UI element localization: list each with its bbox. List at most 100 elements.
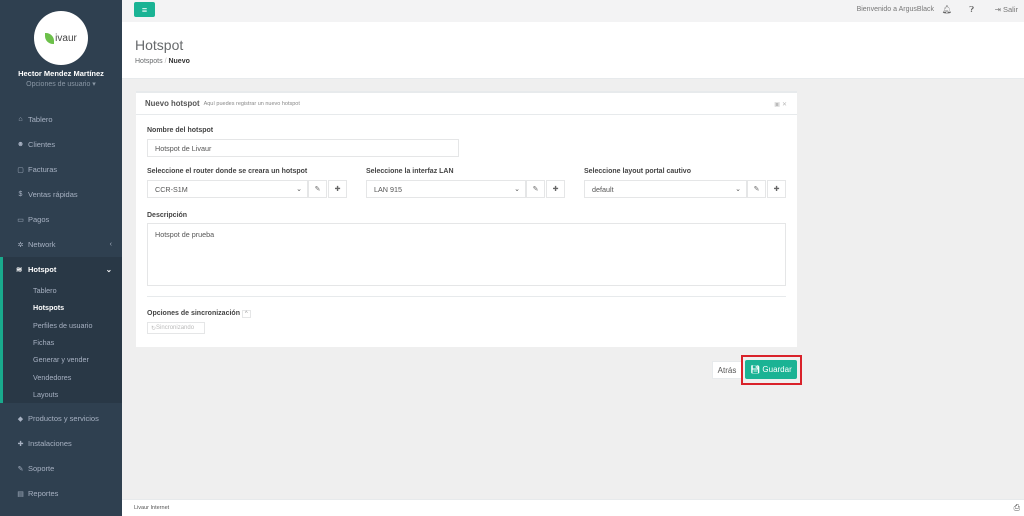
printer-icon[interactable]: ⎙	[1014, 503, 1020, 513]
hotspot-name-label: Nombre del hotspot	[147, 127, 214, 134]
sidebar-item-pagos[interactable]: ▭ Pagos	[0, 207, 122, 232]
highlight-box	[741, 355, 802, 385]
chevron-up-icon: ^	[241, 310, 251, 318]
logout-icon: ⇥	[994, 5, 1003, 14]
sync-button[interactable]: ↻ Sincronizando	[147, 322, 205, 334]
tag-icon: ◆	[17, 415, 24, 423]
chevron-left-icon: ‹	[109, 241, 112, 248]
lan-select[interactable]: LAN 915 ⌄	[366, 180, 526, 198]
tools-icon: ✚	[17, 440, 24, 448]
breadcrumb-current: Nuevo	[168, 58, 190, 65]
breadcrumb: Hotspots / Nuevo	[135, 58, 190, 65]
sidebar-item-productos[interactable]: ◆ Productos y servicios	[0, 406, 122, 431]
user-name: Hector Mendez Martínez	[18, 69, 104, 78]
panel-subtitle: Aquí puedes registrar un nuevo hotspot	[203, 100, 300, 107]
users-icon: ☻	[16, 141, 25, 148]
help-icon[interactable]: ❓︎	[969, 5, 974, 15]
sidebar-item-ventas[interactable]: $ Ventas rápidas	[0, 182, 122, 207]
logo-text: ivaur	[55, 32, 77, 44]
edit-icon: ✎	[314, 186, 321, 193]
layout-label: Seleccione layout portal cautivo	[584, 168, 691, 175]
sidebar-item-hotspot: ≋ Hotspot ⌄ Tablero Hotspots Perfiles de u…	[0, 257, 122, 404]
router-select[interactable]: CCR-S1M ⌄	[147, 180, 308, 198]
router-edit-button[interactable]: ✎	[308, 180, 327, 198]
sidebar-item-hotspot-header[interactable]: ≋ Hotspot ⌄	[3, 257, 122, 282]
router-add-button[interactable]: ✚	[328, 180, 347, 198]
sidebar-item-label: Hotspot	[28, 265, 57, 274]
sidebar-subitem-tablero[interactable]: Tablero	[3, 282, 122, 299]
lan-edit-button[interactable]: ✎	[526, 180, 545, 198]
top-navbar: ≡ Bienvenido a ArgusBlack 🔔︎ ❓︎ ⇥ Salir	[122, 0, 1024, 22]
user-options-dropdown[interactable]: Opciones de usuario ▾	[0, 80, 122, 88]
close-icon[interactable]: ✕	[782, 102, 789, 108]
sidebar-item-label: Facturas	[28, 165, 58, 174]
layout-add-button[interactable]: ✚	[767, 180, 786, 198]
breadcrumb-parent[interactable]: Hotspots	[135, 58, 163, 65]
router-select-value: CCR-S1M	[155, 184, 188, 194]
payment-icon: ▭	[17, 216, 24, 224]
file-icon: ▢	[17, 166, 24, 174]
page-heading: Hotspot Hotspots / Nuevo	[122, 22, 1024, 79]
welcome-message: Bienvenido a ArgusBlack	[856, 6, 934, 13]
sidebar-item-soporte[interactable]: ✎ Soporte	[0, 456, 122, 481]
sidebar-subitem-hotspots[interactable]: Hotspots	[3, 299, 122, 316]
description-label: Descripción	[147, 212, 188, 219]
logo: ivaur	[34, 11, 88, 65]
sidebar-item-network[interactable]: ✲ Network ‹	[0, 232, 122, 257]
sync-button-label: Sincronizando	[156, 325, 195, 331]
menu-toggle-button[interactable]: ≡	[134, 2, 155, 17]
sidebar-item-tablero[interactable]: ⌂ Tablero	[0, 107, 122, 132]
back-button[interactable]: Atrás	[712, 361, 742, 379]
lan-add-button[interactable]: ✚	[546, 180, 565, 198]
divider	[147, 296, 786, 297]
collapse-icon[interactable]: ▣	[774, 102, 782, 108]
plus-icon: ✚	[773, 186, 780, 193]
sidebar-item-facturas[interactable]: ▢ Facturas	[0, 157, 122, 182]
sidebar-item-label: Network	[28, 240, 56, 249]
panel-tools: ▣✕	[774, 101, 789, 108]
sidebar-subitem-fichas[interactable]: Fichas	[3, 334, 122, 351]
leaf-icon	[45, 32, 55, 44]
layout-select[interactable]: default ⌄	[584, 180, 747, 198]
sidebar-item-label: Soporte	[28, 464, 55, 474]
sidebar: ivaur Hector Mendez Martínez Opciones de…	[0, 0, 122, 516]
sidebar-item-label: Pagos	[28, 215, 50, 224]
chevron-down-icon: ⌄	[514, 186, 520, 193]
sidebar-subitem-vendedores[interactable]: Vendedores	[3, 368, 122, 385]
page-title: Hotspot	[135, 37, 184, 53]
sidebar-item-label: Clientes	[28, 140, 56, 149]
edit-icon: ✎	[753, 186, 760, 193]
form-panel: Nuevo hotspot Aquí puedes registrar un n…	[136, 91, 797, 347]
panel-title: Nuevo hotspot	[145, 99, 200, 108]
logout-link[interactable]: ⇥ Salir	[995, 5, 1018, 14]
sidebar-item-instalaciones[interactable]: ✚ Instalaciones	[0, 431, 122, 456]
sidebar-item-label: Reportes	[28, 489, 59, 499]
logout-label: Salir	[1002, 5, 1018, 14]
plus-icon: ✚	[334, 186, 341, 193]
sidebar-item-reportes[interactable]: ▤ Reportes	[0, 481, 122, 506]
sync-options-label[interactable]: Opciones de sincronización ^	[147, 310, 251, 318]
sidebar-subitem-generar[interactable]: Generar y vender	[3, 351, 122, 368]
dashboard-icon: ⌂	[18, 116, 23, 123]
router-label: Seleccione el router donde se creara un …	[147, 168, 308, 175]
sidebar-subitem-layouts[interactable]: Layouts	[3, 386, 122, 403]
sync-options-label-text: Opciones de sincronización	[147, 310, 240, 317]
bell-icon[interactable]: 🔔︎	[942, 5, 952, 14]
lan-select-value: LAN 915	[374, 184, 402, 194]
footer: Livaur Internet ⎙	[122, 499, 1024, 516]
sidebar-subitem-perfiles[interactable]: Perfiles de usuario	[3, 317, 122, 334]
layout-select-value: default	[592, 184, 614, 194]
chevron-down-icon: ⌄	[105, 265, 112, 274]
sidebar-item-clientes[interactable]: ☻ Clientes	[0, 132, 122, 157]
hotspot-name-input[interactable]: Hotspot de Livaur	[147, 139, 459, 157]
layout-edit-button[interactable]: ✎	[747, 180, 766, 198]
chevron-down-icon: ⌄	[735, 186, 741, 193]
sidebar-item-label: Productos y servicios	[28, 414, 99, 424]
sidebar-nav: ⌂ Tablero ☻ Clientes ▢ Facturas $ Ventas ráp…	[0, 107, 122, 506]
network-icon: ✲	[17, 241, 24, 249]
lan-label: Seleccione la interfaz LAN	[366, 168, 454, 175]
sidebar-item-label: Ventas rápidas	[28, 190, 78, 199]
description-textarea[interactable]: Hotspot de prueba	[147, 223, 786, 286]
dollar-icon: $	[18, 191, 23, 198]
chart-icon: ▤	[17, 490, 24, 498]
